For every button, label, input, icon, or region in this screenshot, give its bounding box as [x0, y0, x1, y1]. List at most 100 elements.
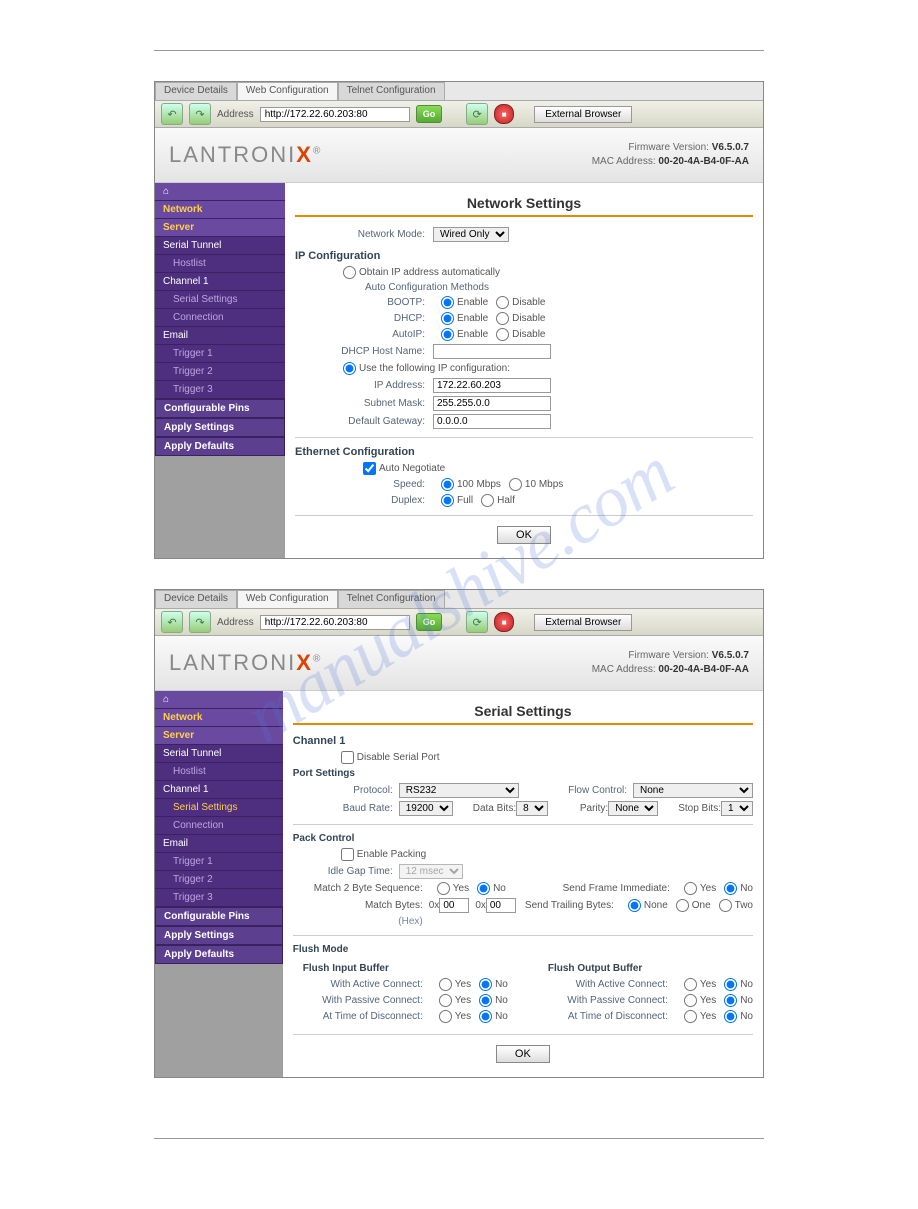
- sidebar-trigger3[interactable]: Trigger 3: [155, 381, 285, 399]
- m2b-yes-radio[interactable]: [437, 882, 450, 895]
- baud-select[interactable]: 19200: [399, 801, 453, 816]
- sidebar-serial-settings[interactable]: Serial Settings: [155, 291, 285, 309]
- sf-no-radio[interactable]: [724, 882, 737, 895]
- enable-packing-check[interactable]: [341, 848, 354, 861]
- st-none-radio[interactable]: [628, 899, 641, 912]
- sidebar-channel1[interactable]: Channel 1: [155, 273, 285, 291]
- forward-icon[interactable]: ↷: [189, 103, 211, 125]
- sidebar-configurable-pins[interactable]: Configurable Pins: [155, 399, 285, 418]
- sidebar-trigger1[interactable]: Trigger 1: [155, 853, 283, 871]
- sidebar-serial-tunnel[interactable]: Serial Tunnel: [155, 237, 285, 255]
- tab-device-details[interactable]: Device Details: [155, 82, 237, 100]
- matchbyte2-input[interactable]: [486, 898, 516, 913]
- sidebar-home[interactable]: ⌂: [155, 691, 283, 709]
- st-one-radio[interactable]: [676, 899, 689, 912]
- address-input[interactable]: [260, 615, 410, 630]
- fo-passive-no[interactable]: [724, 994, 737, 1007]
- sidebar-apply-settings[interactable]: Apply Settings: [155, 926, 283, 945]
- sidebar-hostlist[interactable]: Hostlist: [155, 255, 285, 273]
- idle-gap-select[interactable]: 12 msec: [399, 864, 463, 879]
- fi-active-yes[interactable]: [439, 978, 452, 991]
- sidebar-apply-defaults[interactable]: Apply Defaults: [155, 945, 283, 964]
- back-icon[interactable]: ↶: [161, 103, 183, 125]
- fi-passive-no[interactable]: [479, 994, 492, 1007]
- fi-disc-yes[interactable]: [439, 1010, 452, 1023]
- tab-telnet-config[interactable]: Telnet Configuration: [338, 82, 445, 100]
- bootp-disable-radio[interactable]: [496, 296, 509, 309]
- st-two-radio[interactable]: [719, 899, 732, 912]
- autoip-enable-radio[interactable]: [441, 328, 454, 341]
- tab-device-details[interactable]: Device Details: [155, 590, 237, 608]
- m2b-no-radio[interactable]: [477, 882, 490, 895]
- sidebar-email[interactable]: Email: [155, 835, 283, 853]
- sidebar-channel1[interactable]: Channel 1: [155, 781, 283, 799]
- obtain-auto-radio[interactable]: [343, 266, 356, 279]
- stopbits-select[interactable]: 1: [721, 801, 753, 816]
- full-radio[interactable]: [441, 494, 454, 507]
- sidebar-hostlist[interactable]: Hostlist: [155, 763, 283, 781]
- go-button[interactable]: Go: [416, 105, 443, 123]
- dhcp-disable-radio[interactable]: [496, 312, 509, 325]
- half-radio[interactable]: [481, 494, 494, 507]
- fi-disc-no[interactable]: [479, 1010, 492, 1023]
- go-button[interactable]: Go: [416, 613, 443, 631]
- ip-input[interactable]: [433, 378, 551, 393]
- sidebar-network[interactable]: Network: [155, 709, 283, 727]
- use-following-radio[interactable]: [343, 362, 356, 375]
- sidebar-trigger3[interactable]: Trigger 3: [155, 889, 283, 907]
- sidebar-server[interactable]: Server: [155, 727, 283, 745]
- sidebar-home[interactable]: ⌂: [155, 183, 285, 201]
- sidebar-apply-defaults[interactable]: Apply Defaults: [155, 437, 285, 456]
- fo-disc-no[interactable]: [724, 1010, 737, 1023]
- sidebar-email[interactable]: Email: [155, 327, 285, 345]
- parity-select[interactable]: None: [608, 801, 658, 816]
- speed100-radio[interactable]: [441, 478, 454, 491]
- forward-icon[interactable]: ↷: [189, 611, 211, 633]
- fo-disc-yes[interactable]: [684, 1010, 697, 1023]
- ok-button[interactable]: OK: [497, 526, 551, 544]
- network-mode-select[interactable]: Wired Only: [433, 227, 509, 242]
- gw-input[interactable]: [433, 414, 551, 429]
- databits-select[interactable]: 8: [516, 801, 548, 816]
- sidebar-server[interactable]: Server: [155, 219, 285, 237]
- protocol-select[interactable]: RS232: [399, 783, 519, 798]
- sidebar-trigger1[interactable]: Trigger 1: [155, 345, 285, 363]
- address-input[interactable]: [260, 107, 410, 122]
- stop-icon[interactable]: ■: [494, 104, 514, 124]
- sf-yes-radio[interactable]: [684, 882, 697, 895]
- back-icon[interactable]: ↶: [161, 611, 183, 633]
- sidebar-apply-settings[interactable]: Apply Settings: [155, 418, 285, 437]
- external-browser-button[interactable]: External Browser: [534, 106, 632, 123]
- external-browser-button[interactable]: External Browser: [534, 614, 632, 631]
- matchbyte1-input[interactable]: [439, 898, 469, 913]
- mask-input[interactable]: [433, 396, 551, 411]
- sidebar-configurable-pins[interactable]: Configurable Pins: [155, 907, 283, 926]
- fi-active-no[interactable]: [479, 978, 492, 991]
- autoip-disable-radio[interactable]: [496, 328, 509, 341]
- flow-select[interactable]: None: [633, 783, 753, 798]
- sidebar-network[interactable]: Network: [155, 201, 285, 219]
- disable-port-check[interactable]: [341, 751, 354, 764]
- ok-button[interactable]: OK: [496, 1045, 550, 1063]
- bootp-enable-radio[interactable]: [441, 296, 454, 309]
- refresh-icon[interactable]: ⟳: [466, 103, 488, 125]
- fo-active-no[interactable]: [724, 978, 737, 991]
- sidebar-trigger2[interactable]: Trigger 2: [155, 363, 285, 381]
- sidebar-trigger2[interactable]: Trigger 2: [155, 871, 283, 889]
- fo-active-yes[interactable]: [684, 978, 697, 991]
- dhcp-enable-radio[interactable]: [441, 312, 454, 325]
- fo-passive-yes[interactable]: [684, 994, 697, 1007]
- refresh-icon[interactable]: ⟳: [466, 611, 488, 633]
- autoneg-check[interactable]: [363, 462, 376, 475]
- sidebar-serial-settings[interactable]: Serial Settings: [155, 799, 283, 817]
- dhcp-host-input[interactable]: [433, 344, 551, 359]
- tab-telnet-config[interactable]: Telnet Configuration: [338, 590, 445, 608]
- sidebar-serial-tunnel[interactable]: Serial Tunnel: [155, 745, 283, 763]
- stop-icon[interactable]: ■: [494, 612, 514, 632]
- speed10-radio[interactable]: [509, 478, 522, 491]
- sidebar-connection[interactable]: Connection: [155, 309, 285, 327]
- tab-web-config[interactable]: Web Configuration: [237, 82, 338, 100]
- tab-web-config[interactable]: Web Configuration: [237, 590, 338, 608]
- sidebar-connection[interactable]: Connection: [155, 817, 283, 835]
- fi-passive-yes[interactable]: [439, 994, 452, 1007]
